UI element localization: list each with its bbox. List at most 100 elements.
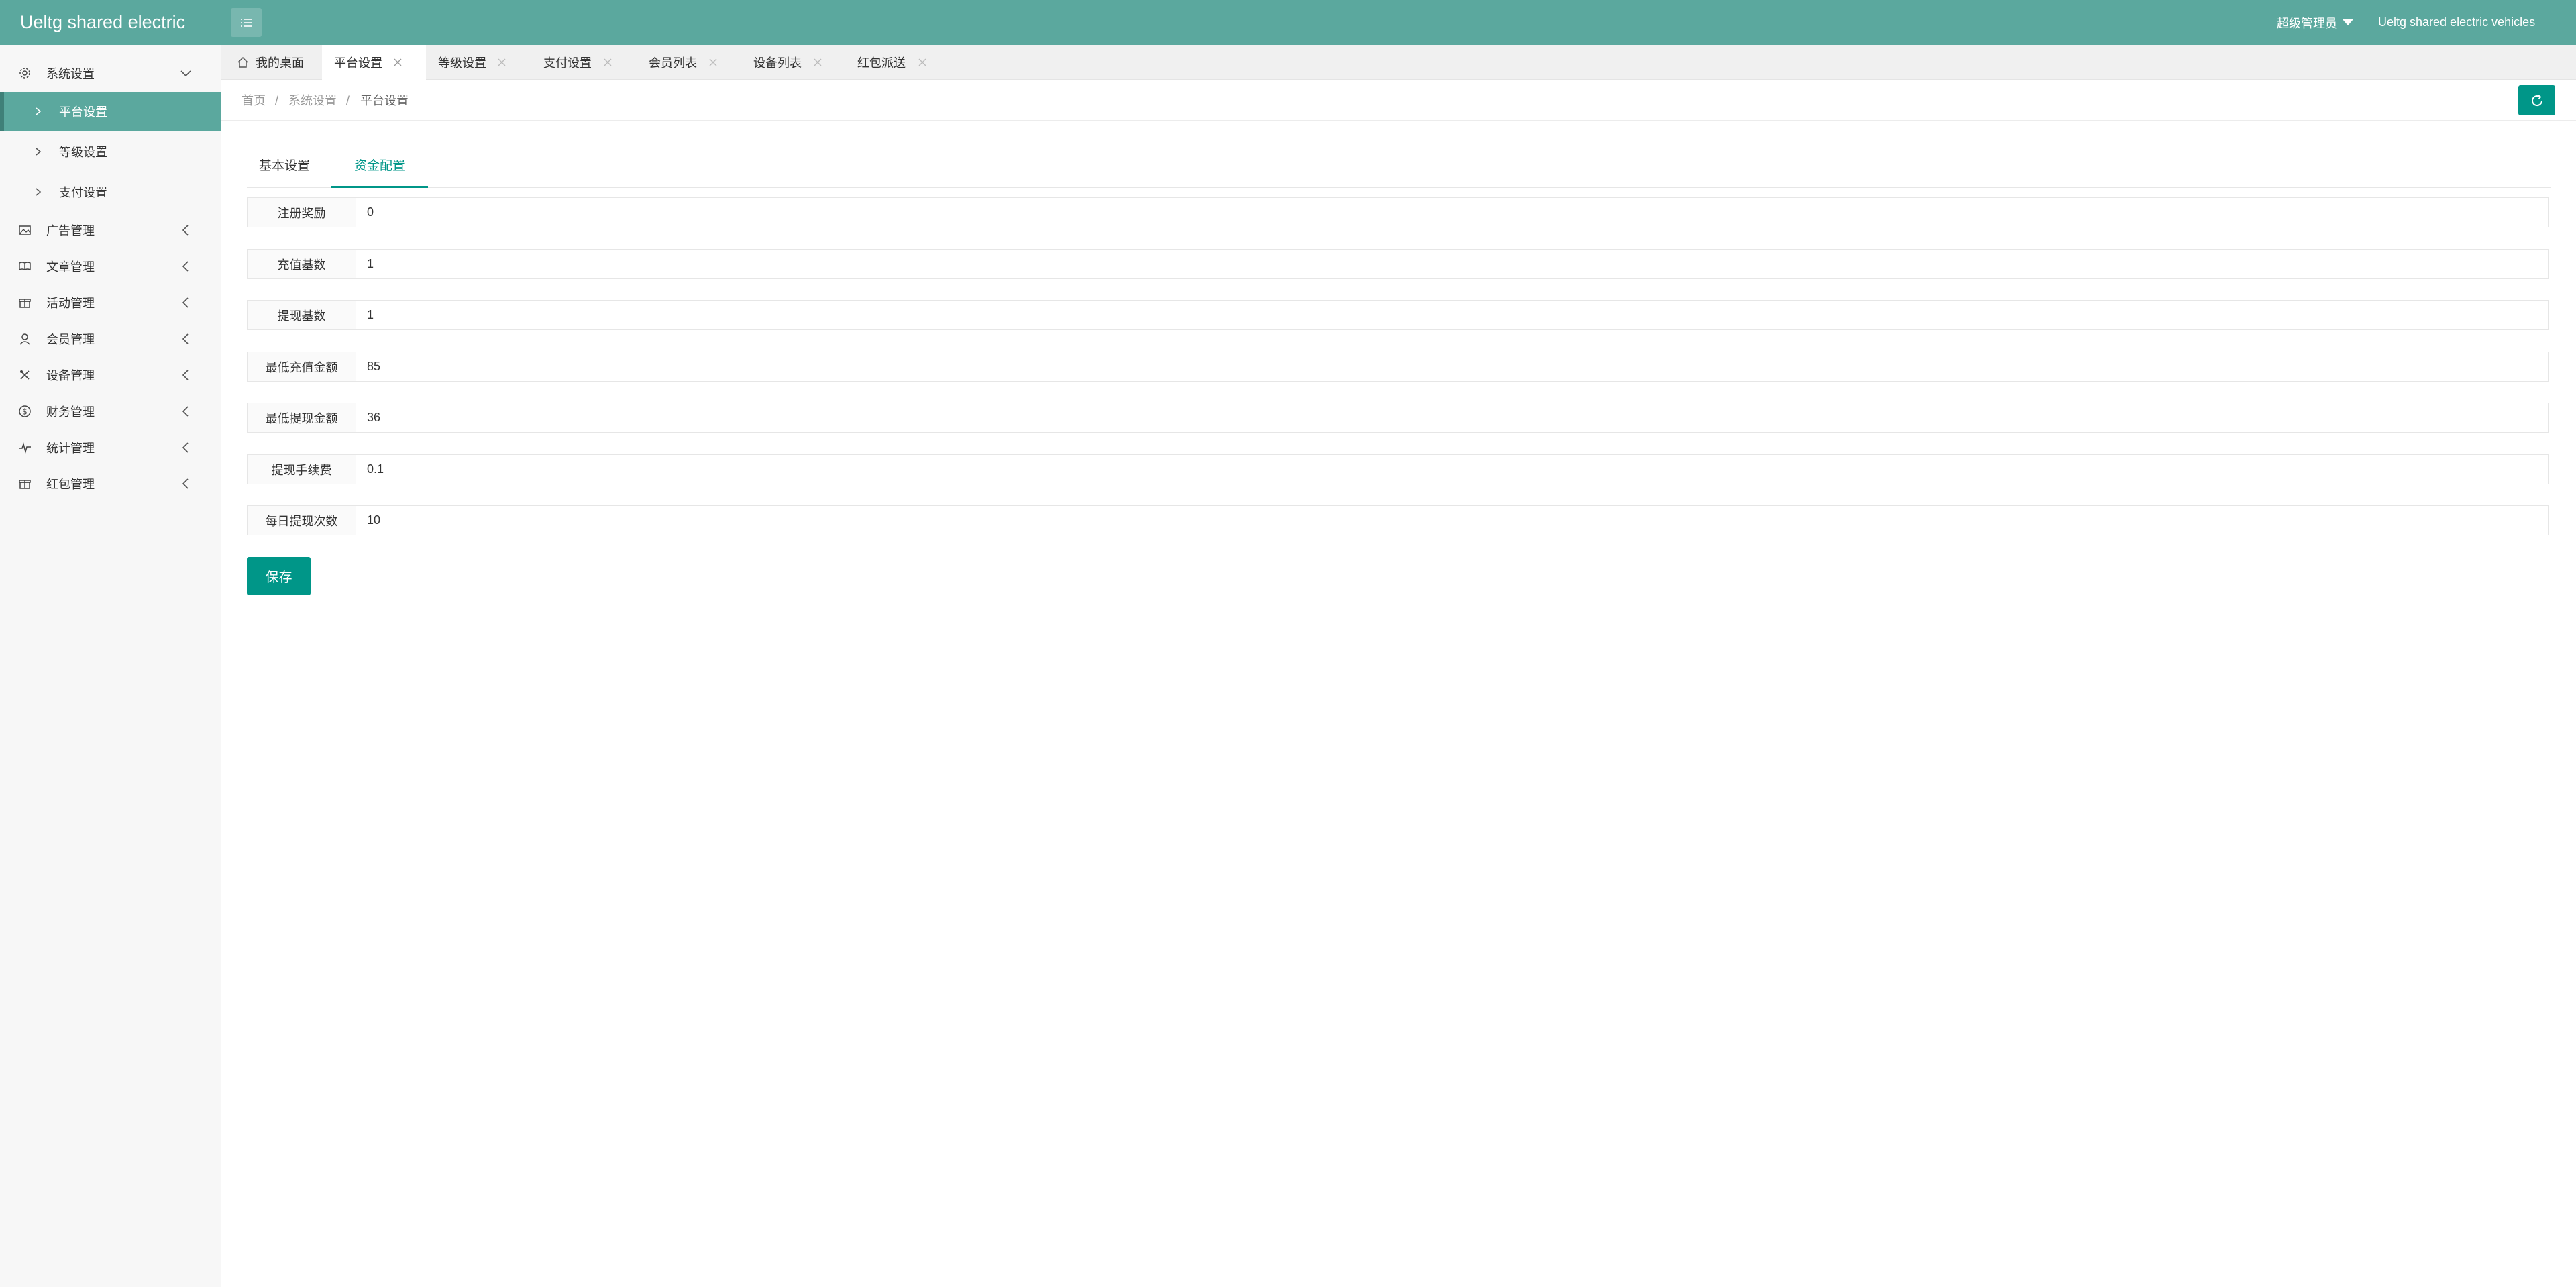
- sidebar-item-members[interactable]: 会员管理: [0, 321, 221, 357]
- sidebar-item-articles[interactable]: 文章管理: [0, 248, 221, 285]
- daily-withdraw-count-input[interactable]: 10: [356, 506, 2548, 535]
- sidebar-item-activities[interactable]: 活动管理: [0, 285, 221, 321]
- tab-platform-settings[interactable]: 平台设置: [322, 45, 426, 80]
- menu-toggle-button[interactable]: [231, 8, 262, 37]
- tab-device-list[interactable]: 设备列表: [743, 45, 848, 80]
- gear-icon: [17, 66, 32, 81]
- caret-down-icon: [2343, 19, 2353, 25]
- brand-link[interactable]: Ueltg shared electric vehicles: [2378, 0, 2535, 45]
- close-icon[interactable]: [393, 58, 402, 67]
- field-label: 提现基数: [248, 301, 356, 329]
- sidebar-item-label: 系统设置: [46, 67, 95, 81]
- chevron-left-icon: [182, 478, 189, 489]
- sidebar-item-red-packets[interactable]: 红包管理: [0, 466, 221, 502]
- sidebar-item-label: 设备管理: [46, 369, 95, 382]
- app-logo: Ueltg shared electric: [20, 12, 186, 32]
- breadcrumb-separator: /: [275, 94, 279, 107]
- register-reward-input[interactable]: 0: [356, 198, 2548, 227]
- recharge-base-input[interactable]: 1: [356, 250, 2548, 278]
- refresh-button[interactable]: [2518, 85, 2555, 115]
- content-tabs: 基本设置 资金配置: [247, 148, 2551, 188]
- tab-red-packet-dispatch[interactable]: 红包派送: [848, 45, 953, 80]
- field-label: 充值基数: [248, 250, 356, 278]
- close-icon[interactable]: [918, 58, 927, 67]
- gift-icon: [17, 476, 32, 491]
- tab-payment-settings[interactable]: 支付设置: [532, 45, 637, 80]
- chevron-right-icon: [36, 188, 42, 196]
- field-label: 最低提现金额: [248, 403, 356, 432]
- field-label: 每日提现次数: [248, 506, 356, 535]
- page-tab-bar: 我的桌面 平台设置 等级设置 支付设置 会员列表 设备列表 红包派送: [221, 45, 2576, 80]
- sidebar-item-label: 广告管理: [46, 224, 95, 238]
- close-icon[interactable]: [813, 58, 822, 67]
- breadcrumb-home[interactable]: 首页: [241, 81, 266, 121]
- form-row: 充值基数 1: [247, 249, 2549, 279]
- chevron-left-icon: [182, 370, 189, 380]
- sidebar-item-label: 红包管理: [46, 478, 95, 491]
- svg-text:$: $: [22, 407, 28, 417]
- chevron-right-icon: [36, 148, 42, 156]
- sidebar-subitem-level[interactable]: 等级设置: [0, 132, 221, 171]
- chevron-left-icon: [182, 442, 189, 453]
- user-icon: [17, 331, 32, 346]
- sidebar-item-label: 财务管理: [46, 405, 95, 419]
- sidebar-item-label: 统计管理: [46, 442, 95, 455]
- chevron-down-icon: [180, 70, 191, 77]
- sidebar-subitem-label: 平台设置: [59, 105, 107, 119]
- breadcrumb-system-settings[interactable]: 系统设置: [288, 81, 337, 121]
- sidebar-item-system-settings[interactable]: 系统设置: [0, 55, 221, 91]
- tab-member-list[interactable]: 会员列表: [637, 45, 743, 80]
- image-icon: [17, 223, 32, 238]
- menu-list-icon: [241, 18, 252, 27]
- form-row: 最低充值金额 85: [247, 352, 2549, 382]
- tools-icon: [17, 368, 32, 382]
- admin-user-menu[interactable]: 超级管理员: [2277, 0, 2353, 45]
- tab-fund-config[interactable]: 资金配置: [331, 148, 428, 188]
- breadcrumb-current: 平台设置: [360, 94, 409, 107]
- sidebar-item-finance[interactable]: $ 财务管理: [0, 393, 221, 429]
- tab-level-settings[interactable]: 等级设置: [426, 45, 532, 80]
- sidebar-subitem-platform[interactable]: 平台设置: [0, 92, 221, 131]
- chevron-left-icon: [182, 406, 189, 417]
- tab-label: 会员列表: [649, 56, 697, 70]
- tab-label: 红包派送: [857, 56, 906, 70]
- sidebar-item-label: 活动管理: [46, 297, 95, 310]
- close-icon[interactable]: [708, 58, 718, 67]
- sidebar-item-ads[interactable]: 广告管理: [0, 212, 221, 248]
- refresh-icon: [2531, 94, 2542, 106]
- chevron-right-icon: [36, 107, 42, 115]
- book-icon: [17, 259, 32, 274]
- min-withdraw-input[interactable]: 36: [356, 403, 2548, 432]
- form-row: 提现基数 1: [247, 300, 2549, 330]
- admin-name: 超级管理员: [2277, 16, 2337, 30]
- sidebar-item-devices[interactable]: 设备管理: [0, 357, 221, 393]
- tab-label: 我的桌面: [256, 56, 304, 70]
- tab-basic-settings[interactable]: 基本设置: [259, 148, 310, 188]
- chevron-left-icon: [182, 333, 189, 344]
- tab-label: 等级设置: [438, 56, 486, 70]
- tab-label: 设备列表: [753, 56, 802, 70]
- gift-icon: [17, 295, 32, 310]
- tab-my-desktop[interactable]: 我的桌面: [221, 45, 322, 80]
- form-row: 注册奖励 0: [247, 197, 2549, 227]
- form-row: 每日提现次数 10: [247, 505, 2549, 535]
- home-icon: [237, 56, 248, 68]
- withdraw-fee-input[interactable]: 0.1: [356, 455, 2548, 484]
- breadcrumb: 首页 / 系统设置 / 平台设置: [221, 81, 2576, 121]
- withdraw-base-input[interactable]: 1: [356, 301, 2548, 329]
- sidebar-subitem-label: 等级设置: [59, 146, 107, 159]
- sidebar-subitem-label: 支付设置: [59, 186, 107, 199]
- sidebar-subitem-payment[interactable]: 支付设置: [0, 172, 221, 211]
- chevron-left-icon: [182, 225, 189, 236]
- close-icon[interactable]: [603, 58, 612, 67]
- form-row: 最低提现金额 36: [247, 403, 2549, 433]
- save-button[interactable]: 保存: [247, 557, 311, 595]
- chevron-left-icon: [182, 297, 189, 308]
- close-icon[interactable]: [497, 58, 506, 67]
- field-label: 提现手续费: [248, 455, 356, 484]
- min-recharge-input[interactable]: 85: [356, 352, 2548, 381]
- top-header: Ueltg shared electric 超级管理员 Ueltg shared…: [0, 0, 2576, 45]
- field-label: 注册奖励: [248, 198, 356, 227]
- sidebar-item-statistics[interactable]: 统计管理: [0, 429, 221, 466]
- tab-label: 平台设置: [334, 56, 382, 70]
